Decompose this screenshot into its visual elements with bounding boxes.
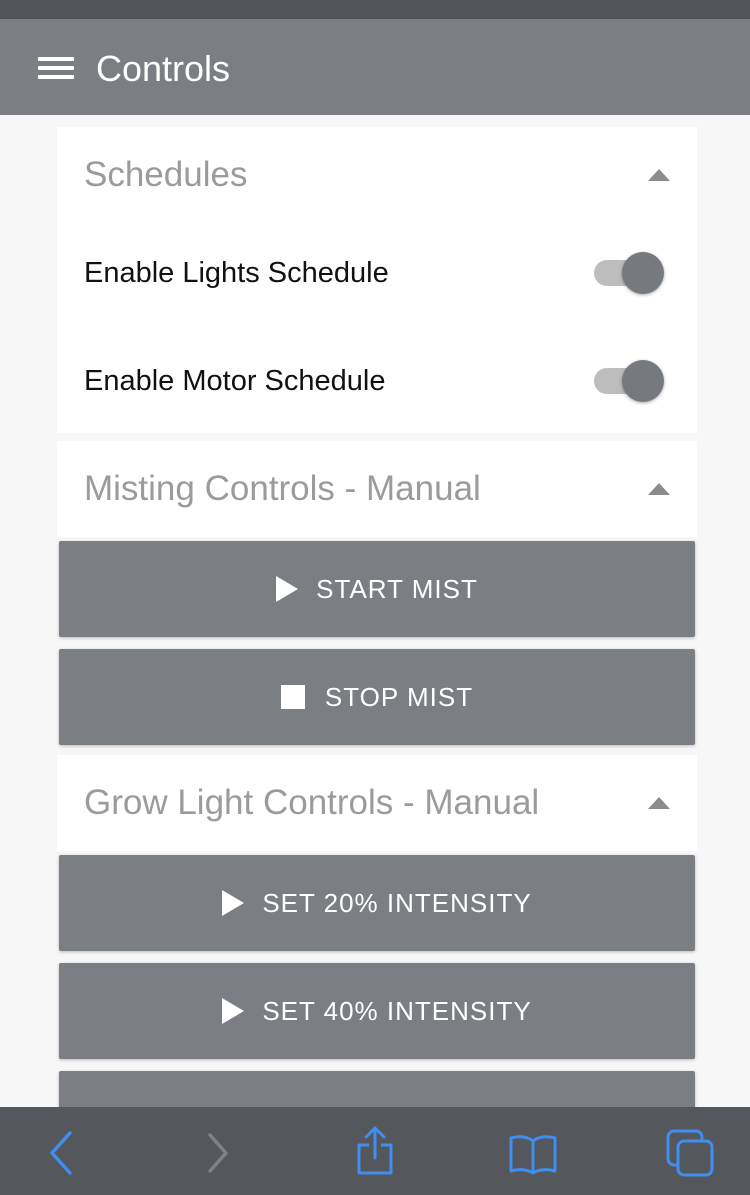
bookmarks-icon-graphic [509,1135,557,1175]
tabs-icon-graphic [666,1129,714,1177]
lights-schedule-row: Enable Lights Schedule [57,223,697,323]
motor-schedule-toggle[interactable] [592,359,668,403]
schedules-section-header[interactable]: Schedules [57,127,697,223]
misting-section-header[interactable]: Misting Controls - Manual [57,441,697,537]
start-mist-button[interactable]: START MIST [59,541,695,637]
switch-knob [622,360,664,402]
grow-light-section-title: Grow Light Controls - Manual [84,783,540,822]
collapse-arrow-icon[interactable] [648,797,670,809]
next-intensity-button-partial[interactable] [59,1071,695,1107]
back-icon-graphic [50,1131,72,1175]
play-icon [276,576,299,602]
button-content: START MIST [276,574,478,605]
status-strip [0,0,750,19]
misting-card: Misting Controls - Manual [57,441,697,537]
play-icon [222,890,245,916]
share-icon[interactable] [347,1125,403,1181]
set-40-intensity-label: SET 40% INTENSITY [262,995,532,1026]
button-content: SET 20% INTENSITY [222,888,531,919]
lights-schedule-toggle[interactable] [592,251,668,295]
app-bar: Controls [0,19,750,115]
menu-line [38,66,74,70]
button-content: STOP MIST [280,681,474,713]
set-20-intensity-button[interactable]: SET 20% INTENSITY [59,855,695,951]
motor-schedule-row: Enable Motor Schedule [57,331,697,431]
grow-light-section-header[interactable]: Grow Light Controls - Manual [57,755,697,851]
back-icon[interactable] [34,1125,90,1181]
play-icon [222,998,245,1024]
start-mist-label: START MIST [316,573,478,604]
stop-mist-label: STOP MIST [324,681,474,712]
controls-content[interactable]: Schedules Enable Lights Schedule Enable … [0,115,750,1107]
bookmarks-icon[interactable] [505,1125,561,1181]
lights-schedule-label: Enable Lights Schedule [84,257,389,289]
share-icon-graphic [357,1126,393,1175]
forward-icon[interactable] [190,1125,246,1181]
set-20-intensity-label: SET 20% INTENSITY [262,887,532,918]
misting-section-title: Misting Controls - Manual [84,469,481,508]
set-40-intensity-button[interactable]: SET 40% INTENSITY [59,963,695,1059]
hamburger-menu-icon[interactable] [28,45,84,91]
switch-knob [622,252,664,294]
menu-line [38,75,74,79]
button-content: SET 40% INTENSITY [222,996,531,1027]
collapse-arrow-icon[interactable] [648,169,670,181]
grow-light-card: Grow Light Controls - Manual [57,755,697,851]
collapse-arrow-icon[interactable] [648,483,670,495]
menu-line [38,57,74,61]
tabs-icon[interactable] [662,1125,718,1181]
schedules-section-title: Schedules [84,155,248,194]
stop-mist-button[interactable]: STOP MIST [59,649,695,745]
forward-icon-graphic [208,1133,228,1173]
motor-schedule-label: Enable Motor Schedule [84,365,386,397]
page-title: Controls [96,48,231,89]
stop-icon [280,685,305,709]
browser-toolbar [0,1107,750,1195]
schedules-card: Schedules Enable Lights Schedule Enable … [57,127,697,433]
